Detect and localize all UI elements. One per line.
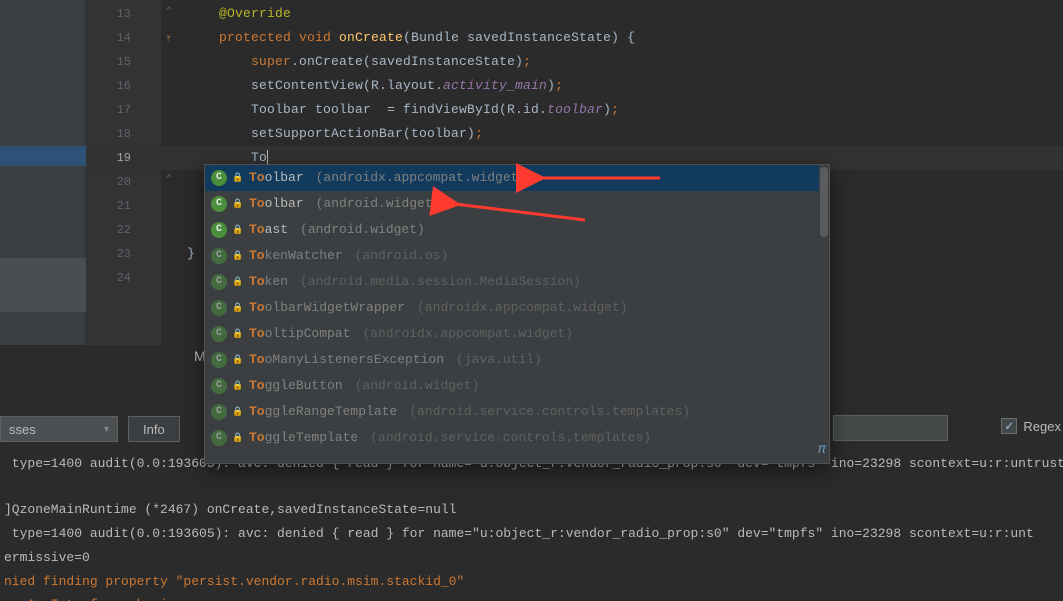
lock-icon: 🔒 [233, 199, 243, 209]
suggestion-package: (android.widget) [316, 191, 441, 217]
line-13[interactable]: 13⌃ [86, 2, 161, 26]
lock-icon: 🔒 [233, 329, 243, 339]
autocomplete-popup[interactable]: C 🔒 Toolbar (androidx.appcompat.widget) C 🔒 To… [204, 164, 830, 464]
suggestion-name: ToggleButton [249, 373, 343, 399]
autocomplete-item[interactable]: C 🔒 Toolbar (android.widget) [205, 191, 829, 217]
autocomplete-item[interactable]: C 🔒 Toast (android.widget) [205, 217, 829, 243]
project-marker-highlight [0, 146, 86, 166]
suggestion-name: Toolbar [249, 165, 304, 191]
class-icon: C [211, 196, 227, 212]
class-icon: C [211, 170, 227, 186]
suggestion-name: ToggleRangeTemplate [249, 399, 397, 425]
suggestion-name: Toast [249, 217, 288, 243]
lock-icon: 🔒 [233, 303, 243, 313]
log-line-warning[interactable]: oneAppInterface begin [4, 593, 176, 601]
scrollbar-thumb[interactable] [820, 167, 828, 237]
autocomplete-item[interactable]: C 🔒 ToggleTemplate (android.service.control… [205, 425, 829, 451]
lock-icon: 🔒 [233, 173, 243, 183]
suggestion-package: (android.widget) [300, 217, 425, 243]
line-24[interactable]: 24 [86, 266, 161, 290]
line-22[interactable]: 22 [86, 218, 161, 242]
checkmark-icon: ✓ [1001, 418, 1017, 434]
autocomplete-item[interactable]: C 🔒 TooManyListenersException (java.util) [205, 347, 829, 373]
log-level-info-tab[interactable]: Info [128, 416, 180, 442]
class-icon: C [211, 430, 227, 446]
suggestion-name: ToggleTemplate [249, 425, 358, 451]
suggestion-package: (android.widget) [355, 373, 480, 399]
autocomplete-scrollbar[interactable] [819, 165, 829, 463]
log-line[interactable]: type=1400 audit(0.0:193605): avc: denied… [4, 522, 1034, 545]
regex-checkbox[interactable]: ✓ Regex [1001, 418, 1061, 434]
log-line-warning[interactable]: nied finding property "persist.vendor.ra… [4, 570, 464, 593]
class-icon: C [211, 248, 227, 264]
suggestion-name: TokenWatcher [249, 243, 343, 269]
code-line-14[interactable]: protected void onCreate(Bundle savedInst… [187, 26, 1063, 50]
logcat-search-input[interactable] [833, 415, 948, 441]
dropdown-text: sses [9, 422, 36, 437]
suggestion-name: ToolbarWidgetWrapper [249, 295, 405, 321]
suggestion-package: (androidx.appcompat.widget) [316, 165, 527, 191]
line-19[interactable]: 19 [86, 146, 161, 170]
editor-left-strip [0, 0, 86, 345]
log-line[interactable]: ermissive=0 [4, 546, 90, 569]
class-icon: C [211, 274, 227, 290]
lock-icon: 🔒 [233, 225, 243, 235]
suggestion-package: (androidx.appcompat.widget) [417, 295, 628, 321]
lock-icon: 🔒 [233, 407, 243, 417]
process-dropdown[interactable]: sses ▾ [0, 416, 118, 442]
lock-icon: 🔒 [233, 433, 243, 443]
class-icon: C [211, 352, 227, 368]
line-number-gutter[interactable]: 13⌃ 14 ⌄ 15 16 17 18 19 20⌃ 21 22 23 24 [86, 0, 161, 345]
line-20[interactable]: 20⌃ [86, 170, 161, 194]
line-15[interactable]: 15 [86, 50, 161, 74]
log-line[interactable]: ]QzoneMainRuntime (*2467) onCreate,saved… [4, 498, 456, 521]
class-icon: C [211, 300, 227, 316]
suggestion-package: (androidx.appcompat.widget) [362, 321, 573, 347]
code-line-18[interactable]: setSupportActionBar(toolbar); [187, 122, 1063, 146]
line-14[interactable]: 14 ⌄ [86, 26, 161, 50]
lock-icon: 🔒 [233, 381, 243, 391]
pi-hint-icon: π [818, 442, 826, 458]
line-21[interactable]: 21 [86, 194, 161, 218]
class-icon: C [211, 222, 227, 238]
autocomplete-item[interactable]: C 🔒 TokenWatcher (android.os) [205, 243, 829, 269]
code-line-13[interactable]: @Override [187, 2, 1063, 26]
autocomplete-item[interactable]: C 🔒 ToolbarWidgetWrapper (androidx.appcompa… [205, 295, 829, 321]
lock-icon: 🔒 [233, 277, 243, 287]
line-16[interactable]: 16 [86, 74, 161, 98]
suggestion-package: (android.service.controls.templates) [370, 425, 651, 451]
suggestion-name: TooltipCompat [249, 321, 350, 347]
line-23[interactable]: 23 [86, 242, 161, 266]
code-line-17[interactable]: Toolbar toolbar = findViewById(R.id.tool… [187, 98, 1063, 122]
autocomplete-item[interactable]: C 🔒 ToggleButton (android.widget) [205, 373, 829, 399]
suggestion-name: Toolbar [249, 191, 304, 217]
line-17[interactable]: 17 [86, 98, 161, 122]
code-line-16[interactable]: setContentView(R.layout.activity_main); [187, 74, 1063, 98]
suggestion-package: (android.os) [355, 243, 449, 269]
suggestion-package: (android.media.session.MediaSession) [300, 269, 581, 295]
suggestion-package: (java.util) [456, 347, 542, 373]
autocomplete-item[interactable]: C 🔒 Token (android.media.session.MediaSessi… [205, 269, 829, 295]
suggestion-package: (android.service.controls.templates) [409, 399, 690, 425]
suggestion-name: Token [249, 269, 288, 295]
lock-icon: 🔒 [233, 251, 243, 261]
autocomplete-item[interactable]: C 🔒 ToggleRangeTemplate (android.service.co… [205, 399, 829, 425]
code-line-15[interactable]: super.onCreate(savedInstanceState); [187, 50, 1063, 74]
logcat-output[interactable]: type=1400 audit(0.0:193605): avc: denied… [0, 450, 1063, 601]
class-icon: C [211, 326, 227, 342]
line-18[interactable]: 18 [86, 122, 161, 146]
lock-icon: 🔒 [233, 355, 243, 365]
chevron-down-icon: ▾ [104, 424, 109, 435]
project-marker-hover [0, 258, 86, 312]
autocomplete-item[interactable]: C 🔒 TooltipCompat (androidx.appcompat.widge… [205, 321, 829, 347]
autocomplete-item[interactable]: C 🔒 Toolbar (androidx.appcompat.widget) [205, 165, 829, 191]
class-icon: C [211, 404, 227, 420]
override-icon[interactable] [141, 30, 155, 44]
suggestion-name: TooManyListenersException [249, 347, 444, 373]
class-icon: C [211, 378, 227, 394]
